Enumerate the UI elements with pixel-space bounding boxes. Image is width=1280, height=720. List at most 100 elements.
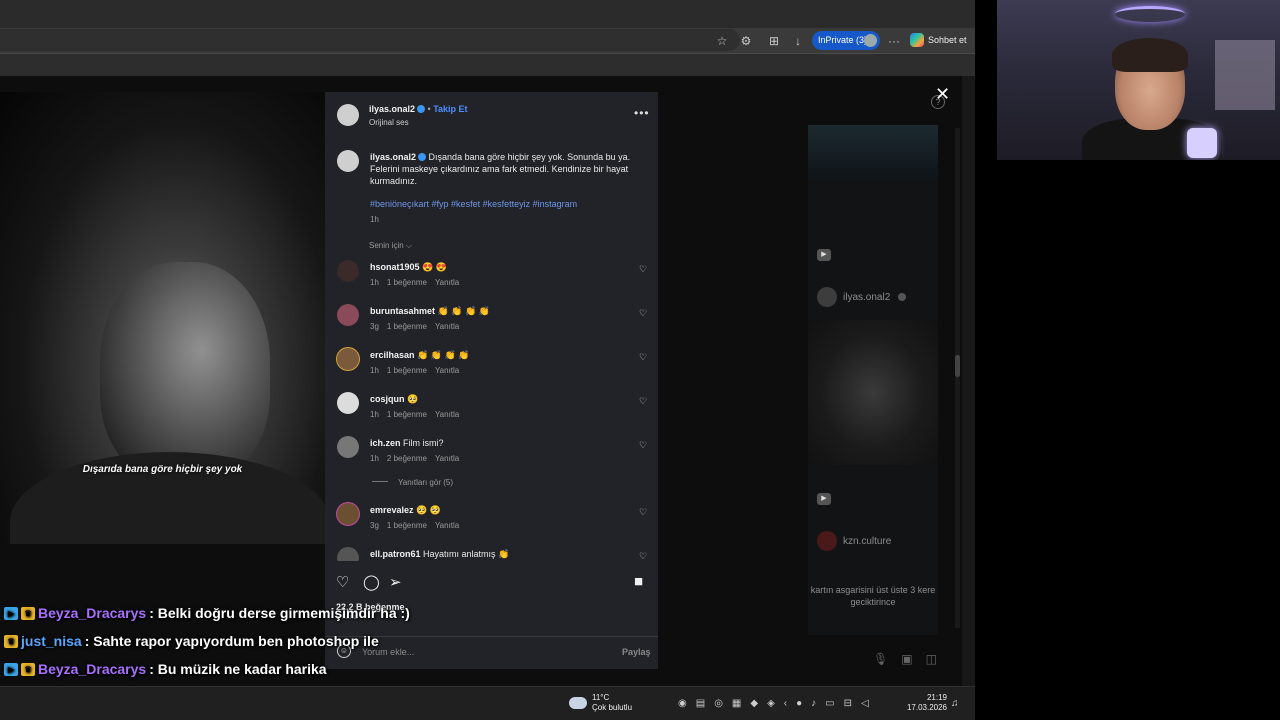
glowing-cup [1187, 128, 1217, 158]
copilot-button[interactable]: Sohbet et [910, 31, 967, 50]
heart-icon[interactable]: ♡ [639, 396, 647, 407]
chat-message: ▶ ♛ Beyza_Dracarys : Belki doğru derse g… [4, 605, 410, 621]
page-scrollbar[interactable] [962, 76, 975, 686]
commenter-username[interactable]: buruntasahmet [370, 306, 435, 316]
commenter-avatar[interactable] [337, 436, 359, 458]
comment-likes[interactable]: 1 beğenme [387, 366, 427, 375]
verified-icon [417, 105, 426, 113]
post-hashtags[interactable]: #beniöneçıkart #fyp #kesfet #kesfetteyiz… [370, 199, 577, 209]
author-avatar[interactable] [337, 104, 359, 126]
audio-label[interactable]: Orijinal ses [369, 118, 409, 127]
commenter-username[interactable]: ell.patron61 [370, 549, 421, 559]
comment-text: Hayatımı anlatmış 👏 [423, 549, 510, 559]
reel-play-icon: ▶ [817, 249, 831, 261]
reply-button[interactable]: Yanıtla [435, 410, 459, 419]
view-replies-button[interactable]: Yanıtları gör (5) [372, 478, 453, 487]
post-header: ilyas.onal2 • Takip Et [369, 104, 468, 114]
reply-button[interactable]: Yanıtla [435, 366, 459, 375]
inprivate-badge[interactable]: InPrivate (3) [812, 31, 880, 50]
reply-button[interactable]: Yanıtla [435, 454, 459, 463]
follow-button[interactable]: Takip Et [433, 104, 467, 114]
post-caption: ilyas.onal2 Dışanda bana göre hiçbir şey… [370, 151, 640, 187]
favorite-star-icon[interactable]: ☆ [715, 34, 729, 48]
heart-icon[interactable]: ♡ [639, 264, 647, 275]
commenter-avatar[interactable] [337, 503, 359, 525]
chat-text: : Bu müzik ne kadar harika [149, 661, 327, 677]
tray-app-icon[interactable]: ● [796, 698, 802, 709]
display-icon[interactable]: ⊟ [844, 698, 852, 709]
sticker-icon[interactable]: ◫ [926, 652, 937, 666]
comment-text: 👏 👏 👏 👏 [417, 350, 470, 360]
comment-likes[interactable]: 2 beğenme [387, 454, 427, 463]
weather-widget[interactable]: 11°C Çok bulutlu [569, 693, 632, 713]
tray-app-icon[interactable]: ◎ [714, 698, 723, 709]
comment-likes[interactable]: 1 beğenme [387, 278, 427, 287]
more-menu-icon[interactable]: ··· [887, 34, 901, 48]
reply-button[interactable]: Yanıtla [435, 322, 459, 331]
crown-badge-icon: ♛ [21, 662, 35, 676]
commenter-avatar[interactable] [337, 348, 359, 370]
reply-button[interactable]: Yanıtla [435, 521, 459, 530]
notification-icon[interactable]: ♫ [951, 698, 959, 709]
reply-button[interactable]: Yanıtla [435, 278, 459, 287]
tray-app-icon[interactable]: ▤ [696, 698, 705, 709]
download-icon[interactable]: ↓ [791, 34, 805, 48]
bookmark-icon[interactable]: ■ [634, 573, 643, 590]
microphone-icon[interactable]: ♪ [811, 698, 816, 709]
commenter-username[interactable]: emrevalez [370, 505, 414, 515]
like-icon[interactable]: ♡ [336, 573, 349, 591]
tray-app-icon[interactable]: ‹ [784, 698, 787, 709]
author-username[interactable]: ilyas.onal2 [369, 104, 415, 114]
network-icon[interactable]: ▭ [825, 698, 834, 709]
panel-scrollbar[interactable] [955, 128, 960, 628]
image-icon[interactable]: ▣ [901, 652, 912, 666]
comment-time: 1h [370, 366, 379, 375]
commenter-avatar[interactable] [337, 260, 359, 282]
reel-video[interactable] [0, 92, 325, 544]
comment-time: 3g [370, 322, 379, 331]
comment-likes[interactable]: 1 beğenme [387, 322, 427, 331]
heart-icon[interactable]: ♡ [639, 551, 647, 561]
clock[interactable]: 21:19 17.03.2026 [905, 693, 947, 713]
comment-row: ercilhasan 👏 👏 👏 👏 1h 1 beğenme Yanıtla ♡ [335, 348, 655, 392]
side-user-avatar [817, 287, 837, 307]
video-subtitle: Dışarıda bana göre hiçbir şey yok [82, 464, 243, 475]
close-icon[interactable]: ✕ [935, 84, 950, 105]
tray-app-icon[interactable]: ▦ [732, 698, 741, 709]
more-options-icon[interactable]: ••• [634, 106, 650, 120]
side-user[interactable]: ilyas.onal2 [817, 287, 907, 307]
commenter-username[interactable]: cosjqun [370, 394, 405, 404]
commenter-username[interactable]: hsonat1905 [370, 262, 420, 272]
volume-icon[interactable]: ◁ [861, 698, 869, 709]
comment-icon[interactable]: ◯ [363, 573, 380, 591]
commenter-avatar[interactable] [337, 392, 359, 414]
collections-icon[interactable]: ⊞ [767, 34, 781, 48]
heart-icon[interactable]: ♡ [639, 308, 647, 319]
author-avatar[interactable] [337, 150, 359, 172]
commenter-username[interactable]: ich.zen [370, 438, 401, 448]
post-comment-button[interactable]: Paylaş [622, 647, 651, 657]
comment-likes[interactable]: 1 beğenme [387, 521, 427, 530]
reel-preview-thumbnail[interactable] [808, 125, 938, 180]
comment-sort-dropdown[interactable]: Senin için ⌵ [369, 241, 412, 251]
commenter-username[interactable]: ercilhasan [370, 350, 415, 360]
tray-app-icon[interactable]: ◈ [767, 698, 775, 709]
tray-app-icon[interactable]: ◆ [750, 698, 758, 709]
comment-time: 1h [370, 454, 379, 463]
heart-icon[interactable]: ♡ [639, 352, 647, 363]
share-icon[interactable]: ➢ [389, 573, 402, 591]
commenter-avatar[interactable] [337, 304, 359, 326]
heart-icon[interactable]: ♡ [639, 440, 647, 451]
address-bar[interactable] [0, 29, 740, 51]
tray-app-icon[interactable]: ◉ [678, 698, 687, 709]
microphone-icon[interactable]: 🎙 [873, 652, 888, 666]
extensions-icon[interactable]: ⚙ [739, 34, 753, 48]
reel-preview-thumbnail[interactable] [808, 320, 938, 465]
comment-likes[interactable]: 1 beğenme [387, 410, 427, 419]
heart-icon[interactable]: ♡ [639, 507, 647, 518]
commenter-avatar[interactable] [337, 547, 359, 561]
side-user[interactable]: kzn.culture [817, 531, 891, 551]
panel-scroll-thumb[interactable] [955, 355, 960, 377]
copilot-label: Sohbet et [928, 35, 967, 45]
caption-username[interactable]: ilyas.onal2 [370, 152, 416, 162]
